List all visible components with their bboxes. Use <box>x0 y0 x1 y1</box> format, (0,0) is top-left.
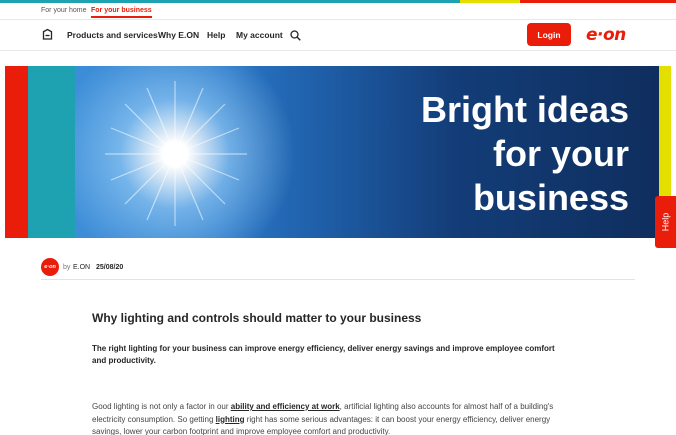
hero-title-line-2: for your <box>492 133 629 174</box>
author-info: e·on by E.ON 25/08/20 <box>41 256 635 280</box>
segment-home-link[interactable]: For your home <box>41 7 87 14</box>
ability-efficiency-link[interactable]: ability and efficiency at work <box>231 402 340 411</box>
search-icon[interactable] <box>290 28 301 41</box>
segment-bar: For your home For your business <box>0 3 676 20</box>
eon-logo[interactable]: e·on <box>586 25 626 45</box>
hero-teal-band <box>28 66 75 238</box>
lighting-link[interactable]: lighting <box>216 415 245 424</box>
segment-business-link[interactable]: For your business <box>91 7 152 18</box>
hero-banner: Bright ideas for your business <box>5 66 671 238</box>
nav-help[interactable]: Help <box>207 30 225 40</box>
publish-date: 25/08/20 <box>96 264 124 271</box>
nav-products-and-services[interactable]: Products and services <box>67 30 158 40</box>
hero-sun-image: Bright ideas for your business <box>75 66 659 238</box>
hero-title: Bright ideas for your business <box>421 88 629 220</box>
author-name: E.ON <box>73 264 91 271</box>
help-tab-label: Help <box>660 212 671 232</box>
nav-my-account[interactable]: My account <box>236 30 283 40</box>
article: Why lighting and controls should matter … <box>92 310 564 435</box>
hero-title-line-3: business <box>472 177 629 218</box>
hero-red-band <box>5 66 28 238</box>
body-text-1: Good lighting is not only a factor in ou… <box>92 402 231 411</box>
menu-icon[interactable] <box>41 28 54 41</box>
article-heading: Why lighting and controls should matter … <box>92 311 422 325</box>
help-tab[interactable]: Help <box>655 196 676 248</box>
hero-title-line-1: Bright ideas <box>420 89 629 130</box>
nav-why-eon[interactable]: Why E.ON <box>158 30 199 40</box>
article-body: Good lighting is not only a factor in ou… <box>92 401 564 435</box>
avatar: e·on <box>41 258 59 276</box>
author-by-label: by <box>63 264 71 271</box>
login-button[interactable]: Login <box>527 23 571 46</box>
article-lead: The right lighting for your business can… <box>92 344 555 365</box>
main-nav: Products and services Why E.ON Help My a… <box>0 20 676 51</box>
